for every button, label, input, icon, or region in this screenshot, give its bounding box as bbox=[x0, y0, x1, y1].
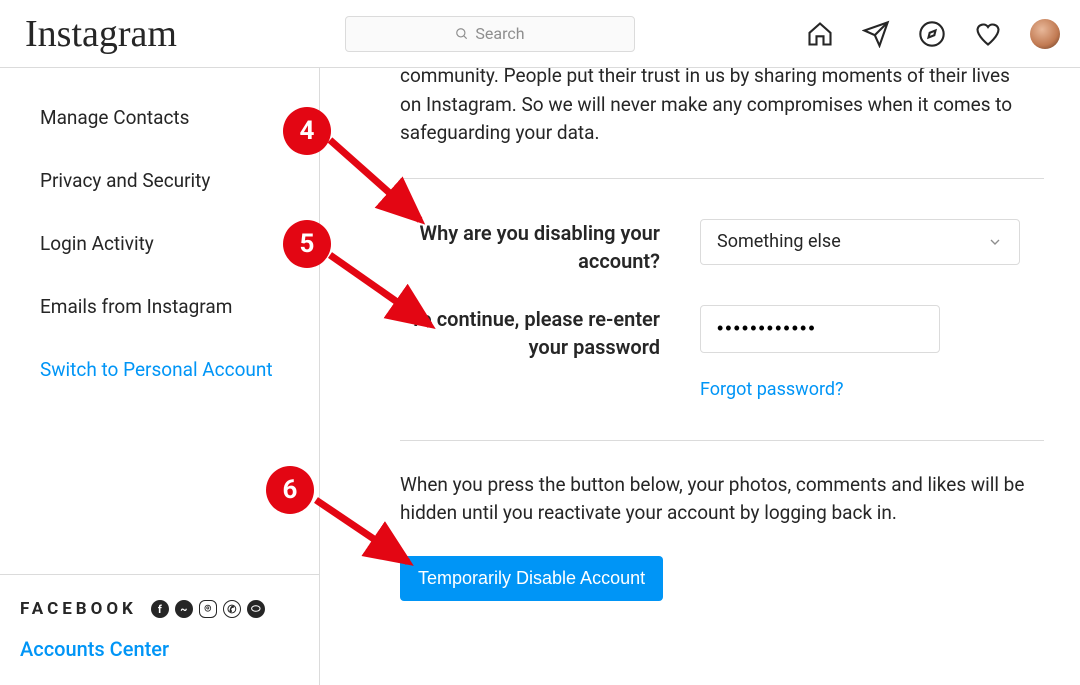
heart-icon[interactable] bbox=[974, 20, 1002, 48]
avatar[interactable] bbox=[1030, 19, 1060, 49]
whatsapp-icon: ✆ bbox=[223, 600, 241, 618]
facebook-app-icons: f ~ ⌾ ✆ ⬭ bbox=[151, 600, 265, 618]
disable-notice: When you press the button below, your ph… bbox=[400, 471, 1044, 528]
header-actions bbox=[806, 19, 1060, 49]
password-label: To continue, please re-enter your passwo… bbox=[400, 305, 660, 361]
divider bbox=[400, 178, 1044, 179]
main-content: community. People put their trust in us … bbox=[320, 68, 1080, 685]
password-input[interactable] bbox=[700, 305, 940, 353]
sidebar-item-login-activity[interactable]: Login Activity bbox=[0, 212, 319, 275]
intro-text: community. People put their trust in us … bbox=[400, 68, 1044, 148]
explore-icon[interactable] bbox=[918, 20, 946, 48]
reason-select-value: Something else bbox=[717, 231, 841, 252]
sidebar-item-emails[interactable]: Emails from Instagram bbox=[0, 275, 319, 338]
divider-2 bbox=[400, 440, 1044, 441]
oculus-icon: ⬭ bbox=[247, 600, 265, 618]
send-icon[interactable] bbox=[862, 20, 890, 48]
accounts-center-link[interactable]: Accounts Center bbox=[20, 637, 299, 661]
sidebar-item-manage-contacts[interactable]: Manage Contacts bbox=[0, 86, 319, 149]
instagram-icon: ⌾ bbox=[199, 600, 217, 618]
instagram-logo[interactable]: Instagram bbox=[25, 12, 177, 56]
settings-sidebar: Manage Contacts Privacy and Security Log… bbox=[0, 68, 320, 685]
search-input[interactable] bbox=[345, 16, 635, 52]
messenger-icon: ~ bbox=[175, 600, 193, 618]
home-icon[interactable] bbox=[806, 20, 834, 48]
facebook-section: FACEBOOK f ~ ⌾ ✆ ⬭ Accounts Center bbox=[0, 574, 319, 685]
top-nav: Instagram Search bbox=[0, 0, 1080, 68]
reason-label: Why are you disabling your account? bbox=[400, 219, 660, 275]
sidebar-item-switch-personal[interactable]: Switch to Personal Account bbox=[0, 338, 319, 401]
chevron-down-icon bbox=[987, 234, 1003, 250]
reason-select[interactable]: Something else bbox=[700, 219, 1020, 265]
sidebar-item-privacy-security[interactable]: Privacy and Security bbox=[0, 149, 319, 212]
forgot-password-link[interactable]: Forgot password? bbox=[700, 379, 1020, 400]
temporarily-disable-button[interactable]: Temporarily Disable Account bbox=[400, 556, 663, 601]
search-wrap: Search bbox=[345, 16, 635, 52]
facebook-logo: FACEBOOK bbox=[20, 599, 137, 619]
fb-icon: f bbox=[151, 600, 169, 618]
